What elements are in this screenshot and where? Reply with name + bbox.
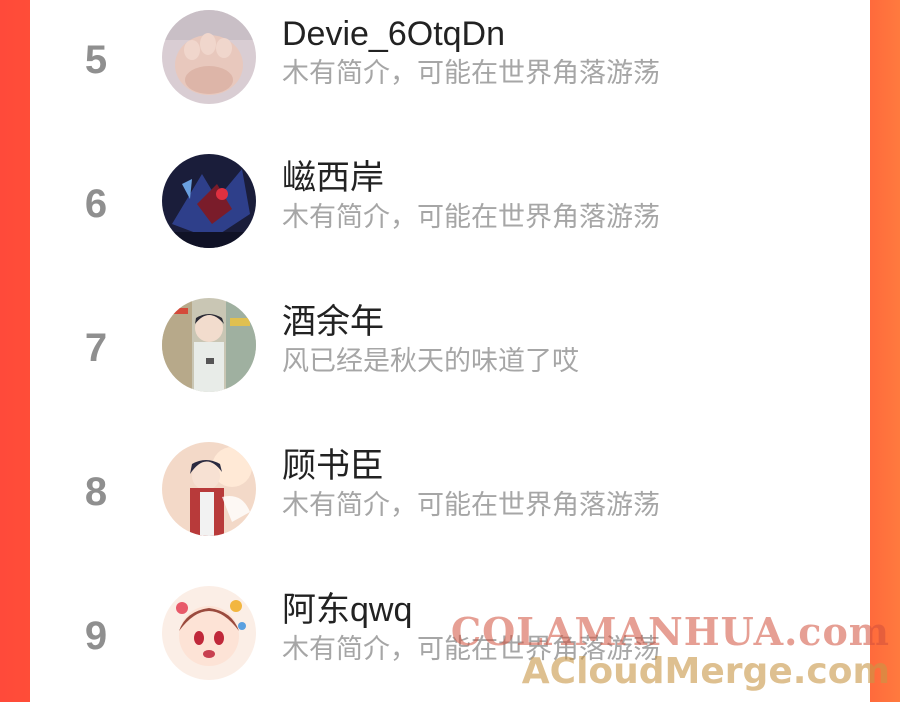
username[interactable]: 嵫西岸 (282, 158, 384, 198)
avatar[interactable] (162, 154, 256, 248)
rank-number: 6 (84, 182, 108, 226)
list-item[interactable]: 5 Devie_6OtqDn 木有简介，可能在世界角落游荡 (30, 0, 870, 144)
user-bio: 风已经是秋天的味道了哎 (282, 346, 579, 376)
username[interactable]: 顾书臣 (282, 446, 384, 486)
avatar[interactable] (162, 442, 256, 536)
user-bio: 木有简介，可能在世界角落游荡 (282, 490, 660, 520)
username[interactable]: Devie_6OtqDn (282, 14, 505, 54)
avatar[interactable] (162, 298, 256, 392)
rank-number: 9 (84, 614, 108, 658)
username[interactable]: 阿东qwq (282, 590, 412, 630)
ranking-panel: 5 Devie_6OtqDn 木有简介，可能在世界角落游荡 6 嵫西岸 木有简介… (30, 0, 870, 702)
user-bio: 木有简介，可能在世界角落游荡 (282, 202, 660, 232)
rank-number: 7 (84, 326, 108, 370)
list-item[interactable]: 9 阿东qwq 木有简介，可能在世界角落游荡 (30, 576, 870, 702)
username[interactable]: 酒余年 (282, 302, 384, 342)
list-item[interactable]: 6 嵫西岸 木有简介，可能在世界角落游荡 (30, 144, 870, 288)
user-bio: 木有简介，可能在世界角落游荡 (282, 58, 660, 88)
list-item[interactable]: 7 酒余年 风已经是秋天的味道了哎 (30, 288, 870, 432)
avatar[interactable] (162, 586, 256, 680)
rank-number: 5 (84, 38, 108, 82)
user-bio: 木有简介，可能在世界角落游荡 (282, 634, 660, 664)
list-item[interactable]: 8 顾书臣 木有简介，可能在世界角落游荡 (30, 432, 870, 576)
rank-number: 8 (84, 470, 108, 514)
avatar[interactable] (162, 10, 256, 104)
